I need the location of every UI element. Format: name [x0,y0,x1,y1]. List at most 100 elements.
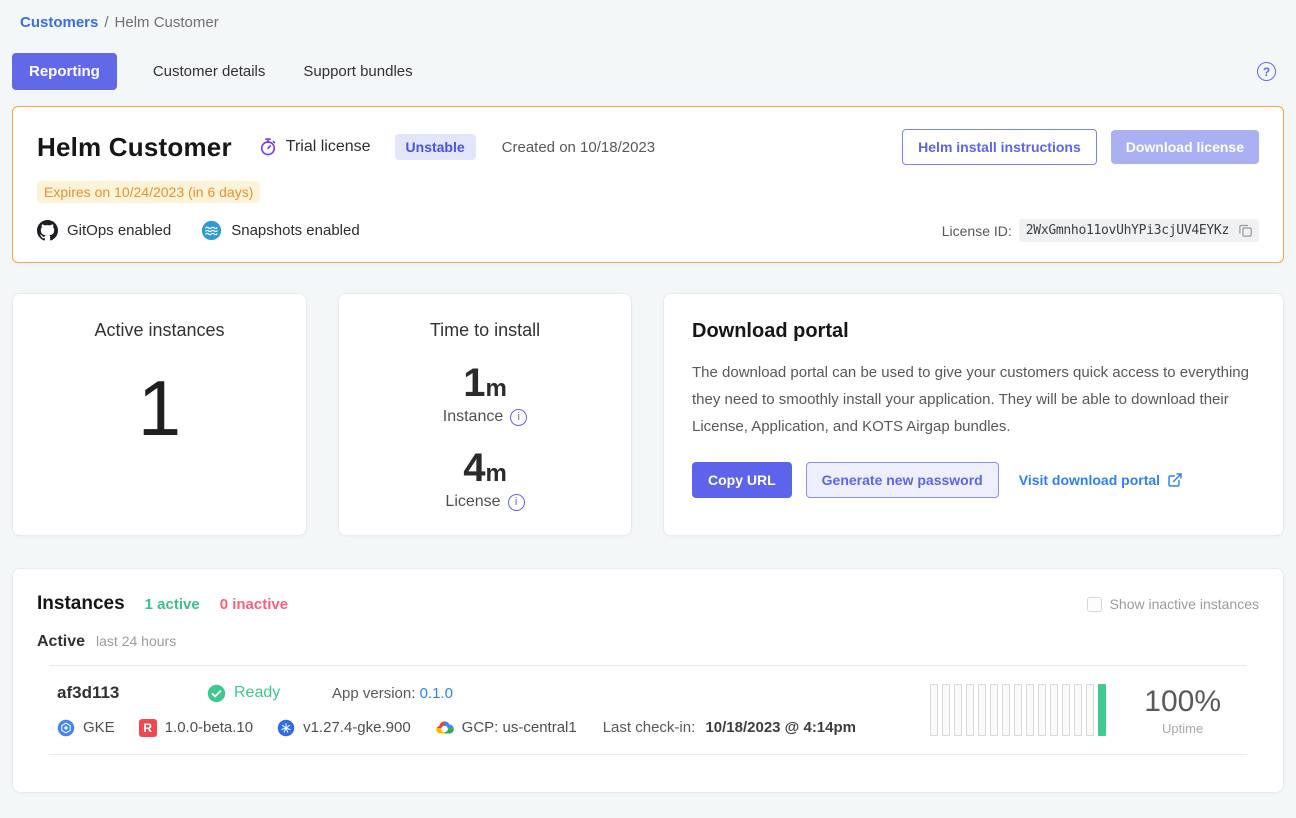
time-to-install-card: Time to install 1m Instance i 4m License… [338,293,632,536]
tab-support-bundles[interactable]: Support bundles [301,53,414,90]
uptime-bar-empty [1026,684,1034,736]
tti-instance-label: Instance [443,408,503,426]
k8s-version-label: v1.27.4-gke.900 [303,719,411,736]
uptime-bar-empty [966,684,974,736]
download-portal-description: The download portal can be used to give … [692,359,1255,440]
stats-row: Active instances 1 Time to install 1m In… [12,293,1284,536]
distribution-label: GKE [83,719,115,736]
helm-install-instructions-button[interactable]: Helm install instructions [902,129,1097,165]
page: Customers / Helm Customer Reporting Custom… [0,0,1296,818]
tab-customer-details[interactable]: Customer details [151,53,268,90]
uptime-label: Uptime [1144,721,1221,736]
divider [49,754,1247,755]
uptime-bar-empty [930,684,938,736]
last-checkin: Last check-in: 10/18/2023 @ 4:14pm [603,719,856,736]
tab-reporting[interactable]: Reporting [12,53,117,90]
uptime-bar-empty [1038,684,1046,736]
gitops-label: GitOps enabled [67,222,171,239]
replicated-version-chip: R 1.0.0-beta.10 [139,719,253,737]
active-instances-card: Active instances 1 [12,293,307,536]
time-to-install-title: Time to install [339,320,631,341]
breadcrumb-separator: / [104,14,108,31]
snapshots-label: Snapshots enabled [231,222,359,239]
uptime-bar-empty [1086,684,1094,736]
show-inactive-label: Show inactive instances [1110,596,1259,612]
uptime-bar-empty [1050,684,1058,736]
breadcrumb-current: Helm Customer [115,14,219,31]
uptime-value: 100% [1144,685,1221,719]
license-id-label: License ID: [942,223,1012,239]
license-id-row: License ID: 2WxGmnho11ovUhYPi3cjUV4EYKz [942,219,1259,242]
tti-license-label: License [445,493,500,511]
region-label: GCP: us-central1 [462,719,577,736]
active-section-range: last 24 hours [96,633,176,649]
uptime-bars [930,684,1106,736]
instance-row: af3d113 Ready App version: 0.1.0 [37,666,1259,737]
uptime-bar-empty [990,684,998,736]
instance-status-label: Ready [234,684,280,702]
customer-summary-card: Helm Customer Trial license Unstable Cre… [12,106,1284,263]
uptime-bar-empty [978,684,986,736]
active-instances-value: 1 [13,369,306,447]
instances-title: Instances [37,593,125,615]
feature-flags: GitOps enabled Snapshots ena [37,220,360,241]
breadcrumb-link-customers[interactable]: Customers [20,14,98,31]
active-section-label: Active [37,633,85,651]
show-inactive-checkbox[interactable] [1087,597,1102,612]
snapshots-icon [201,220,222,241]
generate-password-button[interactable]: Generate new password [806,462,999,498]
created-on: Created on 10/18/2023 [502,139,655,156]
instance-id: af3d113 [57,683,207,703]
instance-info-icon[interactable]: i [510,409,527,426]
gcp-icon [435,718,454,737]
external-link-icon [1167,472,1183,488]
tabs: Reporting Customer details Support bundl… [12,53,415,90]
region-chip: GCP: us-central1 [435,718,577,737]
active-count: 1 active [145,596,200,613]
uptime-bar-empty [1062,684,1070,736]
expires-warning: Expires on 10/24/2023 (in 6 days) [37,181,260,203]
uptime-bar-empty [1002,684,1010,736]
download-portal-card: Download portal The download portal can … [663,293,1284,536]
tti-instance-value: 1m [339,361,631,406]
help-icon[interactable]: ? [1257,62,1276,81]
active-instances-title: Active instances [13,320,306,341]
uptime-bar-empty [942,684,950,736]
visit-download-portal-link[interactable]: Visit download portal [1019,472,1183,488]
uptime-bar-empty [1074,684,1082,736]
replicated-version-label: 1.0.0-beta.10 [165,719,253,736]
uptime-stat: 100% Uptime [1144,685,1221,736]
replicated-icon: R [139,719,157,737]
copy-license-icon[interactable] [1236,219,1259,242]
app-version: App version: 0.1.0 [332,685,453,702]
breadcrumb: Customers / Helm Customer [12,14,1284,31]
k8s-version-chip: v1.27.4-gke.900 [277,719,411,737]
instance-status: Ready [207,684,332,703]
tti-instance: 1m Instance i [339,361,631,426]
channel-badge: Unstable [395,134,476,160]
ready-check-icon [207,684,226,703]
gke-icon [57,719,75,737]
show-inactive-toggle[interactable]: Show inactive instances [1087,596,1259,612]
license-id-value: 2WxGmnho11ovUhYPi3cjUV4EYKz [1019,219,1236,242]
tti-license: 4m License i [339,446,631,511]
instances-card: Instances 1 active 0 inactive Show inact… [12,568,1284,793]
gitops-feature: GitOps enabled [37,220,171,241]
uptime-bar-up [1098,684,1106,736]
kubernetes-icon [277,719,295,737]
license-type-label: Trial license [286,138,371,156]
uptime-bar-empty [1014,684,1022,736]
last-checkin-value: 10/18/2023 @ 4:14pm [705,719,856,736]
inactive-count: 0 inactive [220,596,288,613]
github-icon [37,220,58,241]
license-info-icon[interactable]: i [508,494,525,511]
customer-name: Helm Customer [37,132,232,163]
app-version-link[interactable]: 0.1.0 [420,685,453,702]
snapshots-feature: Snapshots enabled [201,220,359,241]
download-license-button[interactable]: Download license [1111,130,1259,164]
copy-url-button[interactable]: Copy URL [692,462,792,498]
license-type: Trial license [258,137,371,157]
tti-license-value: 4m [339,446,631,491]
tabs-row: Reporting Customer details Support bundl… [12,53,1284,90]
trial-timer-icon [258,137,278,157]
